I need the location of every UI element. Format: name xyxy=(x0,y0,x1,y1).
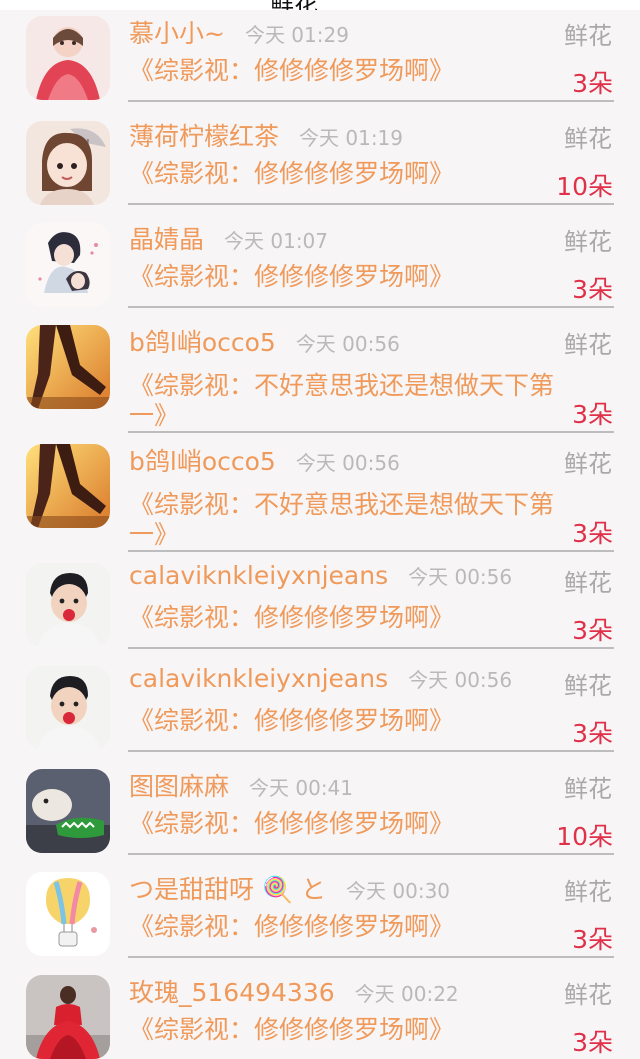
book-title[interactable]: 《综影视：修修修修罗场啊》 xyxy=(129,706,554,736)
list-item[interactable]: 薄荷柠檬红茶 今天 01:19 鲜花 《综影视：修修修修罗场啊》 10朵 xyxy=(0,113,640,215)
user-name[interactable]: calaviknkleiyxnjeans xyxy=(129,561,388,590)
book-title[interactable]: 《综影视：修修修修罗场啊》 xyxy=(129,603,554,633)
gift-count: 3朵 xyxy=(572,69,613,98)
book-title[interactable]: 《综影视：不好意思我还是想做天下第一》 xyxy=(129,371,554,431)
user-name[interactable]: 慕小小~ xyxy=(129,14,225,50)
divider xyxy=(128,853,614,855)
divider xyxy=(128,550,614,552)
avatar[interactable] xyxy=(26,444,110,528)
avatar[interactable] xyxy=(26,769,110,853)
divider xyxy=(128,647,614,649)
timestamp: 今天 01:07 xyxy=(224,229,329,253)
page-title: 鲜花 xyxy=(270,0,318,10)
book-title[interactable]: 《综影视：修修修修罗场啊》 xyxy=(129,912,554,942)
list-item[interactable]: b鸽l峭occo5 今天 00:56 鲜花 《综影视：不好意思我还是想做天下第一… xyxy=(0,438,640,556)
gift-count: 3朵 xyxy=(572,925,613,954)
list-item[interactable]: 慕小小~ 今天 01:29 鲜花 《综影视：修修修修罗场啊》 3朵 xyxy=(0,10,640,104)
user-name[interactable]: つ是甜甜呀 🍭 と xyxy=(129,870,326,906)
avatar[interactable] xyxy=(26,223,110,307)
user-name[interactable]: 图图麻麻 xyxy=(129,767,229,803)
list-item[interactable]: calaviknkleiyxnjeans 今天 00:56 鲜花 《综影视：修修… xyxy=(0,660,640,762)
avatar[interactable] xyxy=(26,16,110,100)
divider xyxy=(128,750,614,752)
list-item[interactable]: b鸽l峭occo5 今天 00:56 鲜花 《综影视：不好意思我还是想做天下第一… xyxy=(0,319,640,437)
book-title[interactable]: 《综影视：修修修修罗场啊》 xyxy=(129,809,554,839)
book-title[interactable]: 《综影视：不好意思我还是想做天下第一》 xyxy=(129,490,554,550)
timestamp: 今天 01:19 xyxy=(299,126,404,150)
timestamp: 今天 00:22 xyxy=(354,982,459,1006)
gift-count: 3朵 xyxy=(572,519,613,548)
timestamp: 今天 00:56 xyxy=(295,451,400,475)
gift-count: 3朵 xyxy=(572,275,613,304)
list-item[interactable]: 图图麻麻 今天 00:41 鲜花 《综影视：修修修修罗场啊》 10朵 xyxy=(0,763,640,865)
list-item[interactable]: calaviknkleiyxnjeans 今天 00:56 鲜花 《综影视：修修… xyxy=(0,557,640,659)
gift-count: 3朵 xyxy=(572,1028,613,1057)
gift-type-label: 鲜花 xyxy=(564,450,612,478)
avatar[interactable] xyxy=(26,121,110,205)
book-title[interactable]: 《综影视：修修修修罗场啊》 xyxy=(129,159,554,189)
list-item[interactable]: 晶婧晶 今天 01:07 鲜花 《综影视：修修修修罗场啊》 3朵 xyxy=(0,216,640,318)
divider xyxy=(128,306,614,308)
gift-type-label: 鲜花 xyxy=(564,775,612,803)
divider xyxy=(128,203,614,205)
user-name[interactable]: 薄荷柠檬红茶 xyxy=(129,117,279,153)
avatar[interactable] xyxy=(26,666,110,750)
timestamp: 今天 01:29 xyxy=(244,23,349,47)
gift-type-label: 鲜花 xyxy=(564,22,612,50)
avatar[interactable] xyxy=(26,872,110,956)
book-title[interactable]: 《综影视：修修修修罗场啊》 xyxy=(129,262,554,292)
list-item[interactable]: 玫瑰_516494336 今天 00:22 鲜花 《综影视：修修修修罗场啊》 3… xyxy=(0,969,640,1059)
gift-count: 3朵 xyxy=(572,616,613,645)
avatar[interactable] xyxy=(26,975,110,1059)
user-name[interactable]: b鸽l峭occo5 xyxy=(129,442,276,478)
gift-count: 10朵 xyxy=(556,172,613,201)
user-name[interactable]: 玫瑰_516494336 xyxy=(129,973,335,1009)
avatar[interactable] xyxy=(26,563,110,647)
gift-count: 3朵 xyxy=(572,400,613,429)
divider xyxy=(128,956,614,958)
gift-type-label: 鲜花 xyxy=(564,125,612,153)
divider xyxy=(128,431,614,433)
user-name[interactable]: 晶婧晶 xyxy=(129,220,204,256)
gift-type-label: 鲜花 xyxy=(564,331,612,359)
nav-bar: 鲜花 xyxy=(0,0,640,10)
list-item[interactable]: つ是甜甜呀 🍭 と 今天 00:30 鲜花 《综影视：修修修修罗场啊》 3朵 xyxy=(0,866,640,968)
timestamp: 今天 00:56 xyxy=(408,668,513,692)
user-name[interactable]: calaviknkleiyxnjeans xyxy=(129,664,388,693)
timestamp: 今天 00:41 xyxy=(249,776,354,800)
timestamp: 今天 00:56 xyxy=(295,332,400,356)
timestamp: 今天 00:30 xyxy=(346,879,451,903)
gift-type-label: 鲜花 xyxy=(564,672,612,700)
gift-type-label: 鲜花 xyxy=(564,981,612,1009)
gift-type-label: 鲜花 xyxy=(564,228,612,256)
avatar[interactable] xyxy=(26,325,110,409)
gift-type-label: 鲜花 xyxy=(564,878,612,906)
book-title[interactable]: 《综影视：修修修修罗场啊》 xyxy=(129,1015,554,1045)
book-title[interactable]: 《综影视：修修修修罗场啊》 xyxy=(129,56,554,86)
divider xyxy=(128,100,614,102)
timestamp: 今天 00:56 xyxy=(408,565,513,589)
gift-count: 10朵 xyxy=(556,822,613,851)
user-name[interactable]: b鸽l峭occo5 xyxy=(129,323,276,359)
gift-count: 3朵 xyxy=(572,719,613,748)
gift-type-label: 鲜花 xyxy=(564,569,612,597)
